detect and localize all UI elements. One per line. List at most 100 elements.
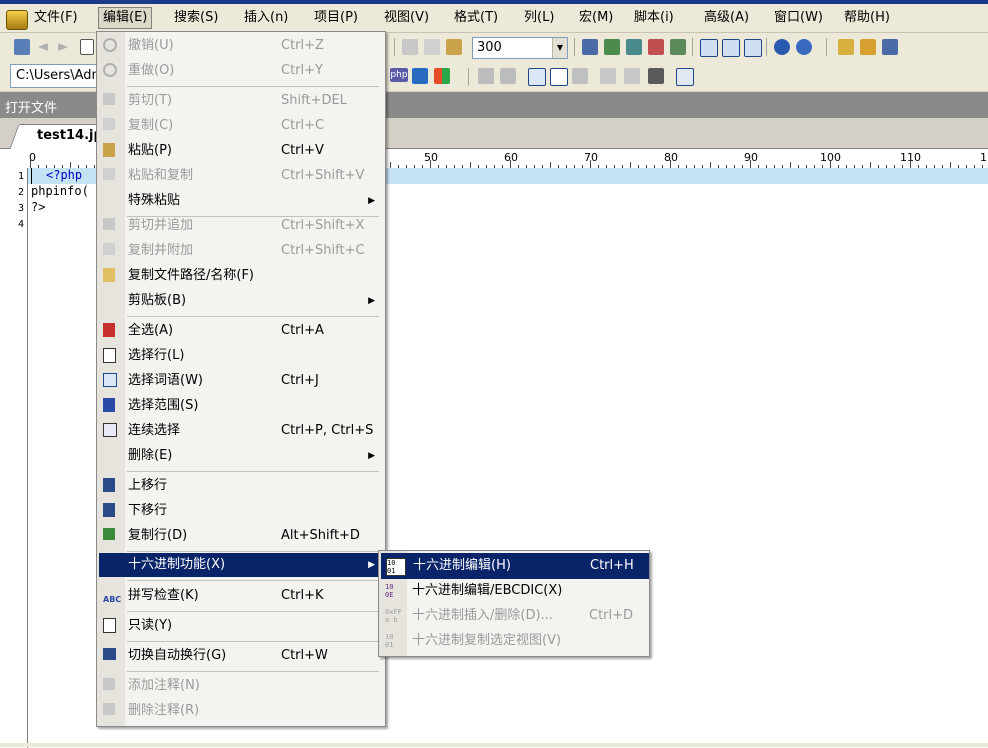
- submenu-arrow-icon: ▶: [368, 560, 375, 570]
- split-vertical-icon[interactable]: [722, 39, 740, 57]
- menu-item-toggle-word-wrap[interactable]: 切换自动换行(G) Ctrl+W: [99, 644, 383, 668]
- toolbar-separator: [574, 38, 575, 56]
- submenu-arrow-icon: ▶: [368, 296, 375, 306]
- menu-item-spell-check[interactable]: ABC 拼写检查(K) Ctrl+K: [99, 584, 383, 608]
- menu-item-paste[interactable]: 粘贴(P) Ctrl+V: [99, 139, 383, 163]
- menu-macro[interactable]: 宏(M): [575, 8, 617, 28]
- cut-icon[interactable]: [402, 39, 418, 55]
- column-icon[interactable]: [572, 68, 588, 84]
- menu-item-copy-file-path[interactable]: 复制文件路径/名称(F): [99, 264, 383, 288]
- menu-item-add-comment[interactable]: 添加注释(N): [99, 674, 383, 698]
- menu-window[interactable]: 窗口(W): [770, 8, 827, 28]
- menu-item-select-all[interactable]: 全选(A) Ctrl+A: [99, 319, 383, 343]
- select-range-icon: [103, 398, 115, 412]
- line-number: 1: [18, 171, 25, 182]
- indent-icon[interactable]: [478, 68, 494, 84]
- info-icon[interactable]: [774, 39, 790, 55]
- copy-icon: [103, 118, 115, 130]
- menu-file[interactable]: 文件(F): [30, 8, 82, 28]
- outdent-icon[interactable]: [500, 68, 516, 84]
- brace-icon[interactable]: [550, 68, 568, 86]
- menu-project[interactable]: 项目(P): [310, 8, 362, 28]
- ruler-tick: [830, 160, 831, 168]
- menu-item-copy[interactable]: 复制(C) Ctrl+C: [99, 114, 383, 138]
- new-file-icon[interactable]: [14, 39, 30, 55]
- php-icon[interactable]: php: [390, 68, 408, 82]
- cut-icon: [103, 93, 115, 105]
- menu-item-redo[interactable]: 重做(O) Ctrl+Y: [99, 59, 383, 83]
- submenu-arrow-icon: ▶: [368, 451, 375, 461]
- back-icon[interactable]: [38, 43, 48, 51]
- menu-item-select-line[interactable]: 选择行(L): [99, 344, 383, 368]
- file-path-icon: [103, 268, 115, 282]
- cut-append-icon: [103, 218, 115, 230]
- chevron-down-icon[interactable]: ▼: [552, 38, 567, 58]
- menu-item-hex-functions[interactable]: 十六进制功能(X) ▶: [99, 553, 383, 577]
- print-icon[interactable]: [670, 39, 686, 55]
- menu-format[interactable]: 格式(T): [450, 8, 502, 28]
- paste-icon[interactable]: [446, 39, 462, 55]
- hammer-icon[interactable]: [882, 39, 898, 55]
- code-line[interactable]: ?>: [31, 200, 45, 214]
- ruler-tick: [670, 160, 671, 168]
- id-icon[interactable]: [528, 68, 546, 86]
- settings-icon[interactable]: [838, 39, 854, 55]
- tools-icon[interactable]: [860, 39, 876, 55]
- script-icon[interactable]: [412, 68, 428, 84]
- format-icon[interactable]: [648, 68, 664, 84]
- menu-item-select-range[interactable]: 选择范围(S): [99, 394, 383, 418]
- align-left-icon[interactable]: [600, 68, 616, 84]
- function-icon[interactable]: [676, 68, 694, 86]
- menu-item-hex-edit[interactable]: 10 01 十六进制编辑(H) Ctrl+H: [381, 553, 649, 579]
- line-number: 2: [18, 187, 25, 198]
- menu-view[interactable]: 视图(V): [380, 8, 433, 28]
- redo-icon: [103, 63, 117, 77]
- menu-item-continuous-select[interactable]: 连续选择 Ctrl+P, Ctrl+S: [99, 419, 383, 443]
- menu-item-cut-append[interactable]: 剪切并追加 Ctrl+Shift+X: [99, 214, 383, 238]
- find-icon[interactable]: [582, 39, 598, 55]
- replace-icon[interactable]: [648, 39, 664, 55]
- page-icon[interactable]: [80, 39, 94, 55]
- code-line[interactable]: <?php: [46, 168, 82, 182]
- cascade-icon[interactable]: [744, 39, 762, 57]
- menu-item-select-word[interactable]: 选择词语(W) Ctrl+J: [99, 369, 383, 393]
- edit-menu: 撤销(U) Ctrl+Z 重做(O) Ctrl+Y 剪切(T) Shift+DE…: [96, 31, 386, 727]
- code-line[interactable]: phpinfo(: [31, 184, 89, 198]
- menu-bar: 文件(F) 编辑(E) 搜索(S) 插入(n) 项目(P) 视图(V) 格式(T…: [0, 4, 988, 33]
- menu-item-hex-ebcdic[interactable]: 10 0E 十六进制编辑/EBCDIC(X): [381, 579, 647, 603]
- menu-item-undo[interactable]: 撤销(U) Ctrl+Z: [99, 34, 383, 58]
- menu-item-cut[interactable]: 剪切(T) Shift+DEL: [99, 89, 383, 113]
- menu-item-hex-copy-view[interactable]: 10 01 十六进制复制选定视图(V): [381, 629, 647, 653]
- menu-help[interactable]: 帮助(H): [840, 8, 894, 28]
- forward-icon[interactable]: [58, 43, 68, 51]
- find-next-icon[interactable]: [604, 39, 620, 55]
- menu-search[interactable]: 搜索(S): [170, 8, 222, 28]
- help-icon[interactable]: [796, 39, 812, 55]
- menu-edit[interactable]: 编辑(E): [98, 7, 153, 29]
- windows-icon[interactable]: [434, 68, 450, 84]
- menu-item-duplicate-line[interactable]: 复制行(D) Alt+Shift+D: [99, 524, 383, 548]
- split-horizontal-icon[interactable]: [700, 39, 718, 57]
- menu-item-hex-insert-delete[interactable]: 0xFF a b 十六进制插入/删除(D)... Ctrl+D: [381, 604, 647, 628]
- menu-item-paste-special[interactable]: 特殊粘贴 ▶: [99, 189, 383, 213]
- find-prev-icon[interactable]: [626, 39, 642, 55]
- menu-insert[interactable]: 插入(n): [240, 8, 292, 28]
- zoom-select[interactable]: 300 ▼: [472, 37, 568, 59]
- menu-advanced[interactable]: 高级(A): [700, 8, 753, 28]
- menu-item-read-only[interactable]: 只读(Y): [99, 614, 383, 638]
- align-center-icon[interactable]: [624, 68, 640, 84]
- menu-item-remove-comment[interactable]: 删除注释(R): [99, 699, 383, 723]
- menu-column[interactable]: 列(L): [520, 8, 558, 28]
- menu-item-delete[interactable]: 删除(E) ▶: [99, 444, 383, 468]
- menu-item-paste-and-copy[interactable]: 粘贴和复制 Ctrl+Shift+V: [99, 164, 383, 188]
- menu-item-clipboard[interactable]: 剪贴板(B) ▶: [99, 289, 383, 313]
- remove-comment-icon: [103, 703, 115, 715]
- menu-separator: [127, 551, 379, 552]
- menu-script[interactable]: 脚本(i): [630, 8, 678, 28]
- app-icon[interactable]: [6, 10, 28, 30]
- copy-icon[interactable]: [424, 39, 440, 55]
- menu-item-move-line-down[interactable]: 下移行: [99, 499, 383, 523]
- menu-item-copy-append[interactable]: 复制并附加 Ctrl+Shift+C: [99, 239, 383, 263]
- paste-icon: [103, 143, 115, 157]
- menu-item-move-line-up[interactable]: 上移行: [99, 474, 383, 498]
